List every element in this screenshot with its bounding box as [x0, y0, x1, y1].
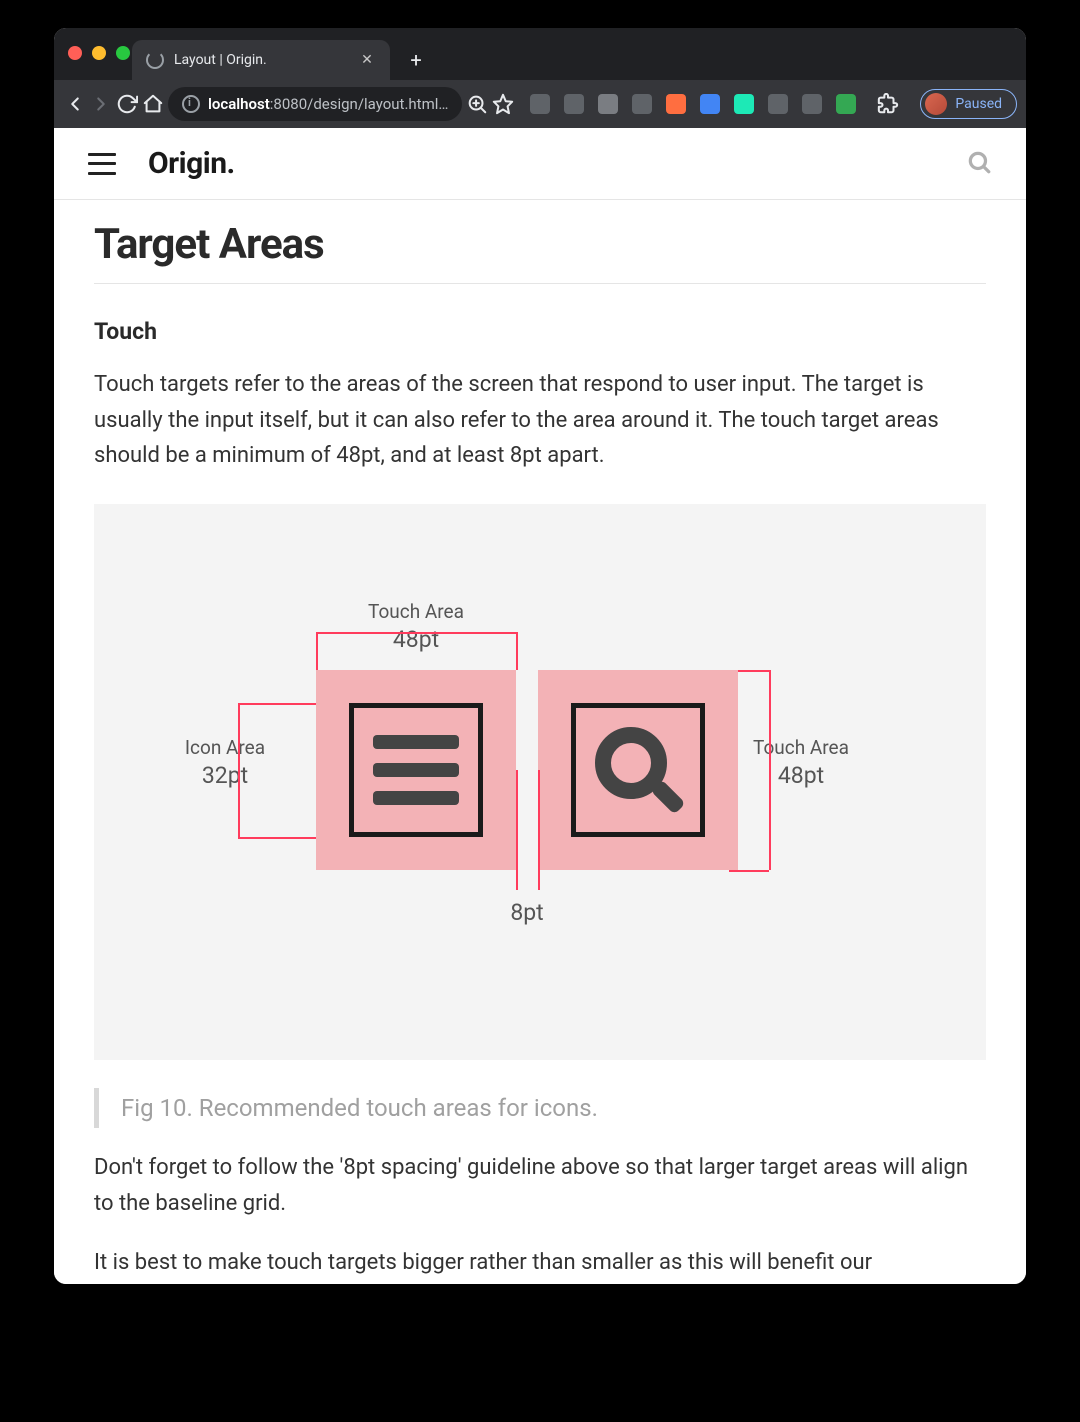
- page-content: Origin. Target Areas Touch Touch targets…: [54, 128, 1026, 1284]
- browser-tabbar: Layout | Origin. ✕ +: [54, 28, 1026, 80]
- extension-icon[interactable]: [632, 94, 652, 114]
- article: Target Areas Touch Touch targets refer t…: [54, 200, 1026, 1281]
- site-menu-icon[interactable]: [88, 153, 116, 175]
- diagram-icon-frame: [571, 703, 705, 837]
- subsection-heading: Touch: [94, 318, 986, 345]
- extension-icon[interactable]: [836, 94, 856, 114]
- menu-icon: [373, 735, 459, 805]
- diagram-touch-area-left: [316, 670, 516, 870]
- extensions-puzzle-icon[interactable]: [870, 86, 906, 122]
- browser-tab[interactable]: Layout | Origin. ✕: [132, 40, 390, 80]
- diagram-figure: Touch Area 48pt Icon Area 32pt Touch Are…: [94, 504, 986, 1060]
- diagram-guide: [238, 703, 240, 837]
- diagram-top-label: Touch Area 48pt: [346, 600, 486, 655]
- browser-toolbar: localhost:8080/design/layout.html… Pause…: [54, 80, 1026, 128]
- extension-icon[interactable]: [598, 94, 618, 114]
- window-traffic-lights: [68, 46, 130, 60]
- tab-title: Layout | Origin.: [174, 52, 348, 68]
- bookmark-star-button[interactable]: [492, 86, 514, 122]
- site-info-icon[interactable]: [182, 95, 200, 113]
- extension-icon[interactable]: [768, 94, 788, 114]
- diagram-left-label: Icon Area 32pt: [166, 736, 284, 791]
- extension-icon[interactable]: [734, 94, 754, 114]
- diagram-guide: [316, 632, 516, 634]
- address-bar[interactable]: localhost:8080/design/layout.html…: [168, 87, 462, 121]
- browser-window: Layout | Origin. ✕ + localhost:8080/desi…: [54, 28, 1026, 1284]
- paragraph: It is best to make touch targets bigger …: [94, 1245, 986, 1281]
- site-header: Origin.: [54, 128, 1026, 200]
- search-icon: [595, 727, 681, 813]
- zoom-button[interactable]: [466, 86, 488, 122]
- profile-paused-label: Paused: [955, 96, 1002, 112]
- window-zoom-button[interactable]: [116, 46, 130, 60]
- diagram-right-label: Touch Area 48pt: [736, 736, 866, 791]
- address-url: localhost:8080/design/layout.html…: [208, 95, 448, 113]
- paragraph: Touch targets refer to the areas of the …: [94, 367, 986, 474]
- diagram-gap-label: 8pt: [502, 898, 552, 928]
- site-search-icon[interactable]: [966, 149, 992, 179]
- diagram-guide: [516, 632, 518, 670]
- profile-avatar-icon: [925, 93, 947, 115]
- tab-favicon: [146, 51, 164, 69]
- diagram-touch-area-right: [538, 670, 738, 870]
- figure-caption: Fig 10. Recommended touch areas for icon…: [94, 1088, 986, 1128]
- extension-icon[interactable]: [564, 94, 584, 114]
- diagram-guide: [769, 670, 771, 870]
- window-close-button[interactable]: [68, 46, 82, 60]
- extensions-row: Paused: [530, 86, 1026, 122]
- profile-paused-pill[interactable]: Paused: [920, 89, 1017, 119]
- diagram-guide: [538, 770, 540, 890]
- extension-icon[interactable]: [700, 94, 720, 114]
- nav-back-button[interactable]: [64, 86, 86, 122]
- extension-icon[interactable]: [666, 94, 686, 114]
- section-heading: Target Areas: [94, 220, 986, 284]
- diagram-guide: [316, 632, 318, 670]
- nav-reload-button[interactable]: [116, 86, 138, 122]
- paragraph: Don't forget to follow the '8pt spacing'…: [94, 1150, 986, 1221]
- diagram-guide: [516, 770, 518, 890]
- tab-close-button[interactable]: ✕: [358, 51, 376, 69]
- diagram-guide: [729, 870, 769, 872]
- extension-icon[interactable]: [802, 94, 822, 114]
- extension-icon[interactable]: [530, 94, 550, 114]
- diagram-icon-frame: [349, 703, 483, 837]
- site-brand[interactable]: Origin.: [148, 146, 235, 181]
- nav-home-button[interactable]: [142, 86, 164, 122]
- new-tab-button[interactable]: +: [400, 44, 432, 76]
- window-minimize-button[interactable]: [92, 46, 106, 60]
- nav-forward-button[interactable]: [90, 86, 112, 122]
